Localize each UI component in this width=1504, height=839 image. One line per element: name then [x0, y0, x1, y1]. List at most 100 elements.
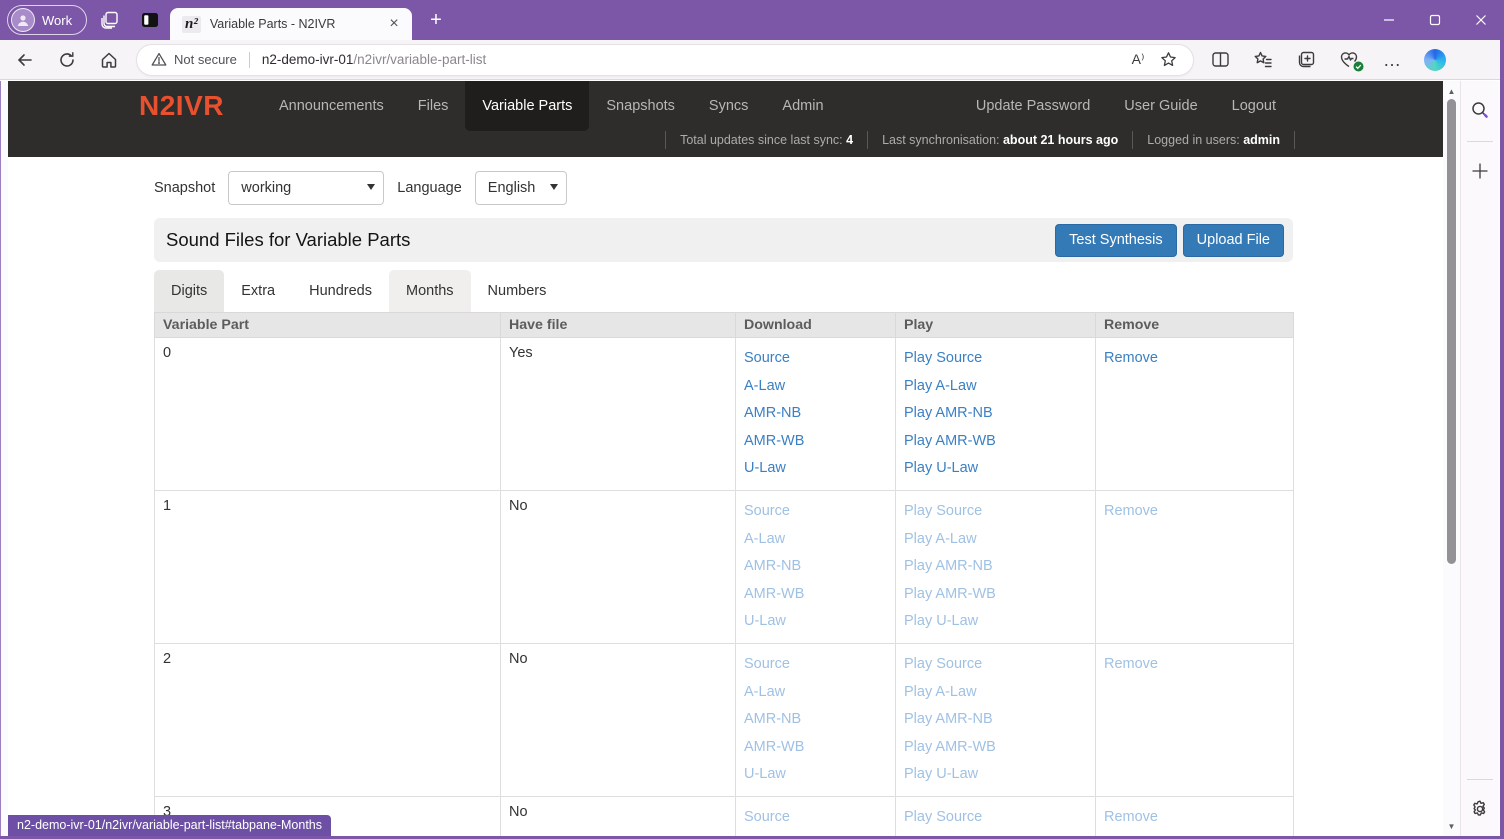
download-link[interactable]: AMR-WB [744, 734, 887, 762]
page-scrollbar[interactable]: ▲ ▼ [1443, 81, 1460, 836]
download-link[interactable]: A-Law [744, 373, 887, 401]
download-link[interactable]: U-Law [744, 761, 887, 789]
language-label: Language [397, 180, 462, 196]
play-link[interactable]: Play A-Law [904, 679, 1087, 707]
download-link[interactable]: AMR-WB [744, 428, 887, 456]
remove-link[interactable]: Remove [1104, 503, 1158, 519]
link-preview-statusbar: n2-demo-ivr-01/n2ivr/variable-part-list#… [8, 815, 331, 836]
play-link[interactable]: Play AMR-WB [904, 734, 1087, 762]
security-label[interactable]: Not secure [174, 52, 237, 67]
tab-numbers[interactable]: Numbers [471, 270, 564, 312]
nav-item-syncs[interactable]: Syncs [692, 81, 766, 131]
download-link[interactable]: Source [744, 651, 887, 679]
tab-favicon-icon: n² [182, 16, 201, 33]
play-link[interactable]: Play AMR-WB [904, 581, 1087, 609]
n2ivr-logo[interactable]: N2IVR [139, 90, 224, 122]
play-link[interactable]: Play U-Law [904, 761, 1087, 789]
nav-item-files[interactable]: Files [401, 81, 466, 131]
nav-item-snapshots[interactable]: Snapshots [589, 81, 692, 131]
table-row: 0YesSourceA-LawAMR-NBAMR-WBU-LawPlay Sou… [155, 338, 1294, 491]
variable-part-cell: 1 [155, 490, 501, 643]
nav-item-announcements[interactable]: Announcements [262, 81, 401, 131]
snapshot-select[interactable]: working [228, 171, 384, 205]
tab-close-icon[interactable]: × [384, 14, 404, 34]
variable-part-cell: 2 [155, 643, 501, 796]
address-bar[interactable]: Not secure n2-demo-ivr-01/n2ivr/variable… [136, 44, 1194, 76]
have-file-cell: No [501, 796, 736, 836]
add-sidebar-item-icon[interactable] [1465, 156, 1495, 186]
profile-button[interactable]: Work [7, 5, 87, 35]
column-header: Have file [501, 313, 736, 338]
split-screen-icon[interactable] [1203, 45, 1237, 75]
play-link[interactable]: Play Source [904, 498, 1087, 526]
browser-tab[interactable]: n² Variable Parts - N2IVR × [170, 8, 412, 40]
remove-link[interactable]: Remove [1104, 809, 1158, 825]
play-link[interactable]: Play U-Law [904, 455, 1087, 483]
tab-extra[interactable]: Extra [224, 270, 292, 312]
test-synthesis-button[interactable]: Test Synthesis [1055, 224, 1177, 257]
play-link[interactable]: Play AMR-NB [904, 553, 1087, 581]
home-button[interactable] [92, 44, 126, 76]
workspaces-icon[interactable] [93, 5, 127, 35]
favorites-hub-icon[interactable] [1246, 45, 1280, 75]
download-link[interactable]: U-Law [744, 608, 887, 636]
titlebar: Work n² Variable Parts - N2IVR × + [0, 0, 1504, 40]
play-link[interactable]: Play A-Law [904, 373, 1087, 401]
remove-link[interactable]: Remove [1104, 350, 1158, 366]
nav-item-user-guide[interactable]: User Guide [1107, 81, 1214, 131]
download-link[interactable]: AMR-NB [744, 400, 887, 428]
download-link[interactable]: Source [744, 498, 887, 526]
download-link[interactable]: A-Law [744, 679, 887, 707]
back-button[interactable] [8, 44, 42, 76]
download-link[interactable]: U-Law [744, 455, 887, 483]
download-link[interactable]: AMR-WB [744, 581, 887, 609]
copilot-icon[interactable] [1418, 45, 1452, 75]
nav-menu-right: Update PasswordUser GuideLogout [959, 81, 1293, 131]
collections-icon[interactable] [1289, 45, 1323, 75]
favorite-star-icon[interactable] [1153, 46, 1183, 74]
tab-months[interactable]: Months [389, 270, 471, 312]
gear-icon[interactable] [1465, 794, 1495, 824]
download-link[interactable]: AMR-NB [744, 706, 887, 734]
play-link[interactable]: Play U-Law [904, 608, 1087, 636]
download-link[interactable]: Source [744, 804, 887, 832]
language-select[interactable]: English [475, 171, 567, 205]
minimize-button[interactable] [1366, 0, 1412, 40]
play-link[interactable]: Play A-Law [904, 526, 1087, 554]
more-options-icon[interactable]: … [1375, 45, 1409, 75]
url-text[interactable]: n2-demo-ivr-01/n2ivr/variable-part-list [262, 52, 1123, 67]
status-value: 4 [846, 133, 853, 147]
nav-item-admin[interactable]: Admin [765, 81, 840, 131]
tab-hundreds[interactable]: Hundreds [292, 270, 389, 312]
new-tab-button[interactable]: + [420, 6, 452, 34]
tab-digits[interactable]: Digits [154, 270, 224, 312]
upload-file-button[interactable]: Upload File [1183, 224, 1284, 257]
browser-essentials-icon[interactable] [1332, 45, 1366, 75]
play-link[interactable]: Play Source [904, 804, 1087, 832]
scrollbar-thumb[interactable] [1447, 99, 1456, 564]
nav-item-update-password[interactable]: Update Password [959, 81, 1107, 131]
scroll-down-icon[interactable]: ▼ [1443, 818, 1460, 834]
download-link[interactable]: A-Law [744, 526, 887, 554]
play-link[interactable]: Play Source [904, 651, 1087, 679]
close-window-button[interactable] [1458, 0, 1504, 40]
read-aloud-icon[interactable]: A⁾ [1123, 46, 1153, 74]
nav-item-logout[interactable]: Logout [1215, 81, 1293, 131]
remove-link[interactable]: Remove [1104, 656, 1158, 672]
nav-item-variable-parts[interactable]: Variable Parts [465, 81, 589, 131]
refresh-button[interactable] [50, 44, 84, 76]
not-secure-warning-icon [151, 52, 167, 67]
remove-cell: Remove [1096, 796, 1294, 836]
download-link[interactable]: AMR-NB [744, 553, 887, 581]
play-link[interactable]: Play AMR-NB [904, 706, 1087, 734]
maximize-button[interactable] [1412, 0, 1458, 40]
play-link[interactable]: Play Source [904, 345, 1087, 373]
scroll-up-icon[interactable]: ▲ [1443, 83, 1460, 99]
search-icon[interactable] [1465, 95, 1495, 125]
vertical-tabs-icon[interactable] [133, 5, 167, 35]
play-link[interactable]: Play AMR-NB [904, 400, 1087, 428]
have-file-cell: No [501, 643, 736, 796]
download-link[interactable]: Source [744, 345, 887, 373]
filters-row: Snapshot working Language English [154, 171, 1293, 205]
play-link[interactable]: Play AMR-WB [904, 428, 1087, 456]
